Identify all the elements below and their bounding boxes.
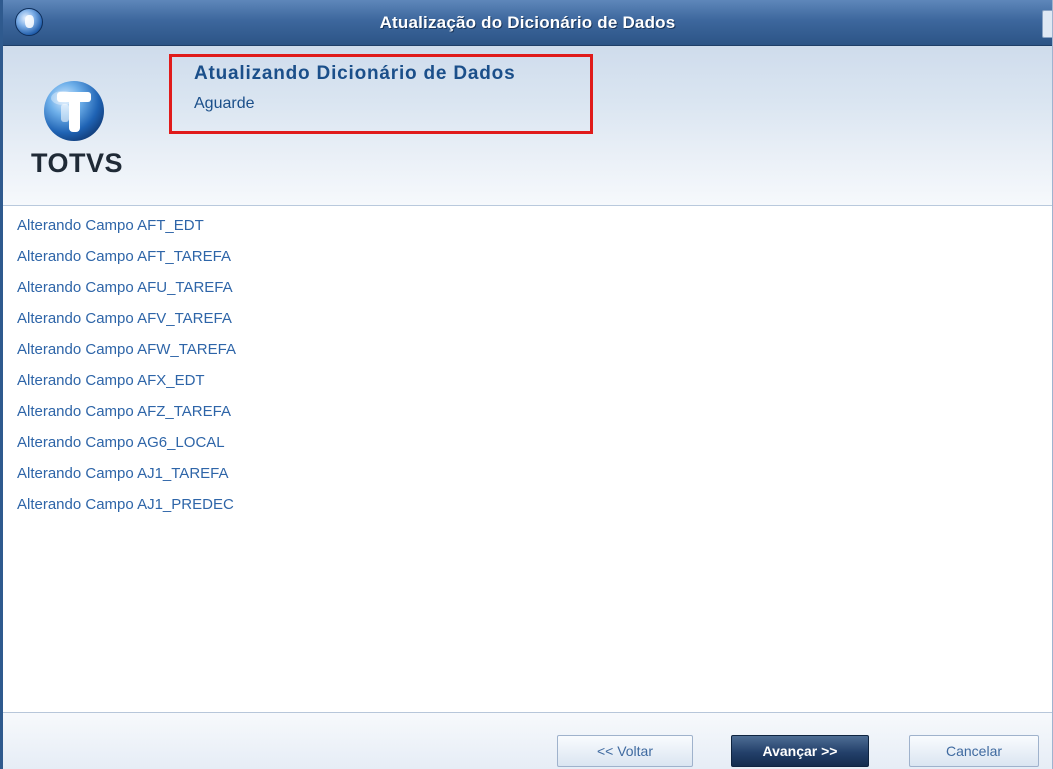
log-item: Alterando Campo AJ1_PREDEC [17, 496, 234, 513]
title-bar: Atualização do Dicionário de Dados [3, 0, 1052, 46]
wizard-window: Atualização do Dicionário de Dados TOTVS… [0, 0, 1053, 769]
next-button[interactable]: Avançar >> [731, 735, 869, 767]
log-item: Alterando Campo AFT_EDT [17, 217, 204, 234]
log-item: Alterando Campo AFW_TAREFA [17, 341, 236, 358]
log-item: Alterando Campo AFZ_TAREFA [17, 403, 231, 420]
cancel-button[interactable]: Cancelar [909, 735, 1039, 767]
status-highlight-box: Atualizando Dicionário de Dados Aguarde [169, 54, 593, 134]
window-title: Atualização do Dicionário de Dados [379, 13, 676, 32]
window-edge-tab [1042, 10, 1052, 38]
page-title: Atualizando Dicionário de Dados [194, 63, 516, 84]
totvs-logo: TOTVS [31, 76, 131, 186]
page-subtitle: Aguarde [194, 95, 255, 112]
logo-wordmark: TOTVS [31, 148, 124, 178]
wizard-footer: << Voltar Avançar >> Cancelar [3, 712, 1052, 769]
log-item: Alterando Campo AJ1_TAREFA [17, 465, 229, 482]
log-item: Alterando Campo AFU_TAREFA [17, 279, 233, 296]
progress-log[interactable]: Alterando Campo AFT_EDT Alterando Campo … [3, 206, 1052, 712]
wizard-header: TOTVS Atualizando Dicionário de Dados Ag… [3, 46, 1052, 206]
log-item: Alterando Campo AG6_LOCAL [17, 434, 225, 451]
log-item: Alterando Campo AFV_TAREFA [17, 310, 232, 327]
log-item: Alterando Campo AFX_EDT [17, 372, 205, 389]
totvs-logo-icon [44, 81, 104, 141]
back-button[interactable]: << Voltar [557, 735, 693, 767]
log-item: Alterando Campo AFT_TAREFA [17, 248, 231, 265]
